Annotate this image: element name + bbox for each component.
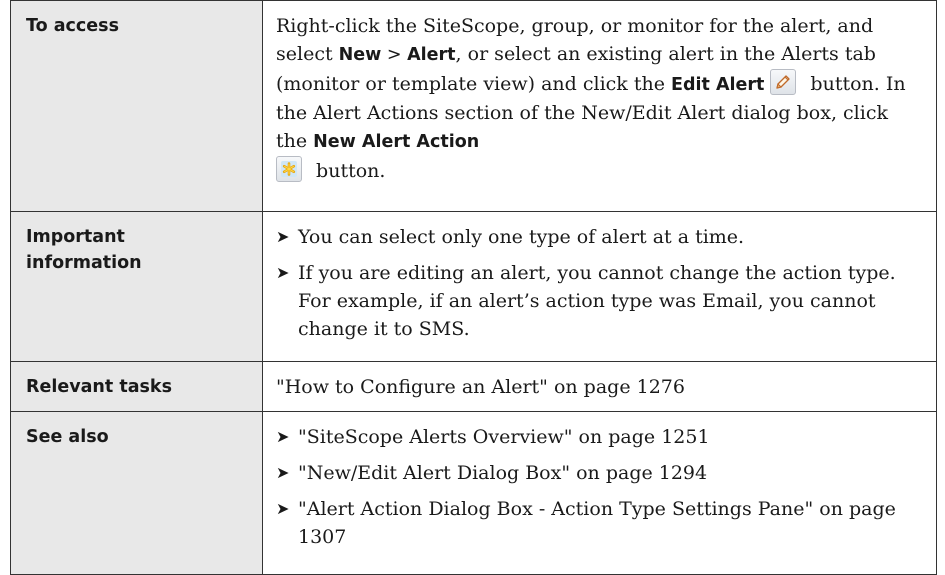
access-description: Right-click the SiteScope, group, or mon… <box>263 1 936 195</box>
see-also-link[interactable]: "SiteScope Alerts Overview" on page 1251 <box>298 426 710 448</box>
list-item: ➤ You can select only one type of alert a… <box>276 223 924 251</box>
content-cell: ➤ "SiteScope Alerts Overview" on page 125… <box>262 411 937 575</box>
bullet-list: ➤ "SiteScope Alerts Overview" on page 125… <box>263 412 936 561</box>
row-label-line-1: Important <box>26 227 125 247</box>
row-relevant-tasks: Relevant tasks "How to Configure an Aler… <box>10 361 937 412</box>
row-label: To access <box>26 16 119 36</box>
bullet-arrow-icon: ➤ <box>276 427 290 446</box>
list-item[interactable]: ➤ "Alert Action Dialog Box - Action Type … <box>276 495 924 551</box>
menu-separator: > <box>381 45 408 65</box>
content-cell: "How to Configure an Alert" on page 1276 <box>262 361 937 412</box>
bullet-arrow-icon: ➤ <box>276 227 290 246</box>
see-also-link[interactable]: "Alert Action Dialog Box - Action Type S… <box>298 498 896 548</box>
row-label-line-2: information <box>26 253 142 273</box>
row-to-access: To access Right-click the SiteScope, gro… <box>10 0 937 212</box>
menu-alert-label: Alert <box>407 45 456 65</box>
list-item: ➤ If you are editing an alert, you cannot… <box>276 259 924 343</box>
label-cell: Important information <box>10 211 263 362</box>
bullet-arrow-icon: ➤ <box>276 463 290 482</box>
see-also-link[interactable]: "New/Edit Alert Dialog Box" on page 1294 <box>298 462 707 484</box>
row-see-also: See also ➤ "SiteScope Alerts Overview" on… <box>10 411 937 575</box>
pencil-icon <box>776 75 791 89</box>
list-item[interactable]: ➤ "SiteScope Alerts Overview" on page 125… <box>276 423 924 451</box>
asterisk-icon <box>281 161 297 177</box>
edit-alert-label: Edit Alert <box>671 75 765 95</box>
bullet-arrow-icon: ➤ <box>276 499 290 518</box>
row-label: Important information <box>11 212 262 276</box>
bullet-arrow-icon: ➤ <box>276 263 290 282</box>
info-table: To access Right-click the SiteScope, gro… <box>10 0 937 575</box>
label-cell: Relevant tasks <box>10 361 263 412</box>
label-cell: To access <box>10 0 263 212</box>
content-cell: ➤ You can select only one type of alert a… <box>262 211 937 362</box>
content-cell: Right-click the SiteScope, group, or mon… <box>262 0 937 212</box>
new-alert-action-button[interactable] <box>276 156 302 182</box>
list-item[interactable]: ➤ "New/Edit Alert Dialog Box" on page 129… <box>276 459 924 487</box>
bullet-text: If you are editing an alert, you cannot … <box>298 262 896 340</box>
label-cell: See also <box>10 411 263 575</box>
task-link[interactable]: "How to Configure an Alert" on page 1276 <box>263 362 936 411</box>
menu-new-label: New <box>338 45 382 65</box>
bullet-text: You can select only one type of alert at… <box>298 226 745 248</box>
row-label: See also <box>26 427 109 447</box>
new-alert-action-label: New Alert Action <box>313 132 480 152</box>
row-label: Relevant tasks <box>26 377 172 397</box>
row-important-information: Important information ➤ You can select onl… <box>10 211 937 362</box>
access-text-4: button. <box>310 160 386 182</box>
bullet-list: ➤ You can select only one type of alert a… <box>263 212 936 353</box>
edit-alert-button[interactable] <box>770 69 797 95</box>
